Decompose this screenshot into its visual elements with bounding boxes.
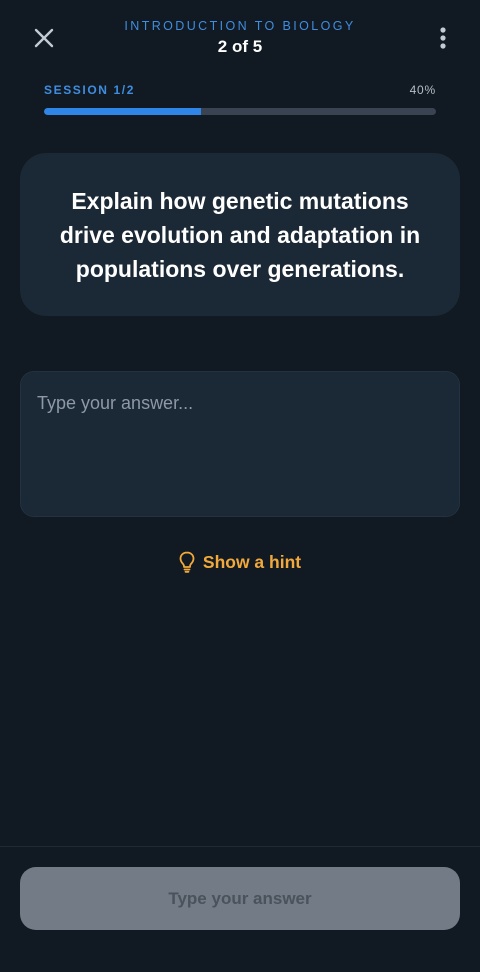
more-options-button[interactable] bbox=[436, 24, 450, 52]
submit-answer-button[interactable]: Type your answer bbox=[20, 867, 460, 930]
progress-track bbox=[44, 108, 436, 115]
course-title: INTRODUCTION TO BIOLOGY bbox=[124, 19, 356, 33]
close-icon bbox=[34, 28, 54, 48]
question-card: Explain how genetic mutations drive evol… bbox=[20, 153, 460, 316]
show-hint-label: Show a hint bbox=[202, 551, 302, 572]
answer-box bbox=[20, 371, 460, 517]
more-vertical-icon bbox=[440, 27, 446, 49]
session-progress: SESSION 1/2 40% bbox=[44, 82, 436, 115]
header-title-group: INTRODUCTION TO BIOLOGY 2 of 5 bbox=[90, 18, 390, 57]
lightbulb-icon bbox=[179, 551, 195, 573]
header: INTRODUCTION TO BIOLOGY 2 of 5 bbox=[0, 0, 480, 72]
submit-answer-label: Type your answer bbox=[168, 888, 312, 908]
footer-divider bbox=[0, 846, 480, 847]
show-hint-button[interactable]: Show a hint bbox=[0, 551, 480, 573]
answer-input[interactable] bbox=[21, 372, 459, 516]
progress-percent: 40% bbox=[409, 83, 436, 97]
step-counter: 2 of 5 bbox=[217, 37, 263, 56]
session-label: SESSION 1/2 bbox=[44, 83, 135, 97]
question-text: Explain how genetic mutations drive evol… bbox=[59, 187, 421, 282]
progress-labels: SESSION 1/2 40% bbox=[44, 82, 436, 98]
quiz-screen: INTRODUCTION TO BIOLOGY 2 of 5 SESSION 1… bbox=[0, 0, 480, 972]
progress-fill bbox=[44, 108, 201, 115]
close-button[interactable] bbox=[30, 24, 58, 52]
